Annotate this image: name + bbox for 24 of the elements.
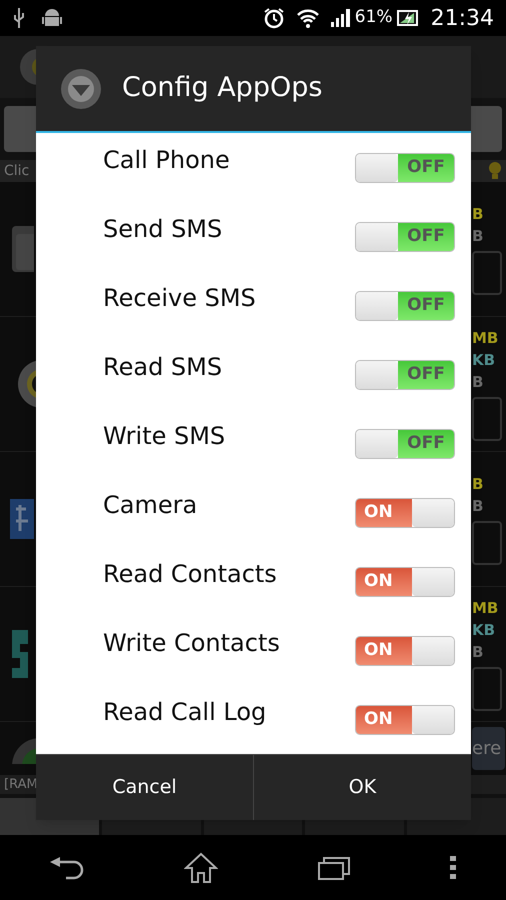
app-size: B	[472, 204, 484, 225]
permission-label: Camera	[103, 490, 198, 521]
app-size: KB	[472, 350, 496, 371]
app-size: KB	[472, 620, 496, 641]
app-size: B	[472, 496, 484, 517]
clock-time: 21:34	[430, 4, 494, 32]
permission-label: Read SMS	[103, 352, 222, 383]
ram-label: [RAM	[4, 776, 38, 794]
battery-percent: 61%	[354, 6, 393, 30]
permission-label: Write SMS	[103, 420, 226, 452]
permission-label: Receive SMS	[103, 282, 256, 314]
app-size: B	[472, 372, 484, 393]
app-size: MB	[472, 328, 498, 349]
app-size: MB	[472, 598, 498, 619]
permission-label: Send SMS	[103, 214, 222, 245]
hint-text: Clic	[4, 162, 30, 180]
permission-label: Read Contacts	[103, 558, 277, 590]
dialog-title: Config AppOps	[122, 71, 322, 106]
app-size: B	[472, 642, 484, 663]
permission-label: Call Phone	[103, 144, 230, 176]
permission-label: Write Contacts	[103, 628, 280, 659]
permission-label: Read Call Log	[103, 696, 266, 728]
app-size: B	[472, 474, 484, 495]
app-size: B	[472, 226, 484, 247]
